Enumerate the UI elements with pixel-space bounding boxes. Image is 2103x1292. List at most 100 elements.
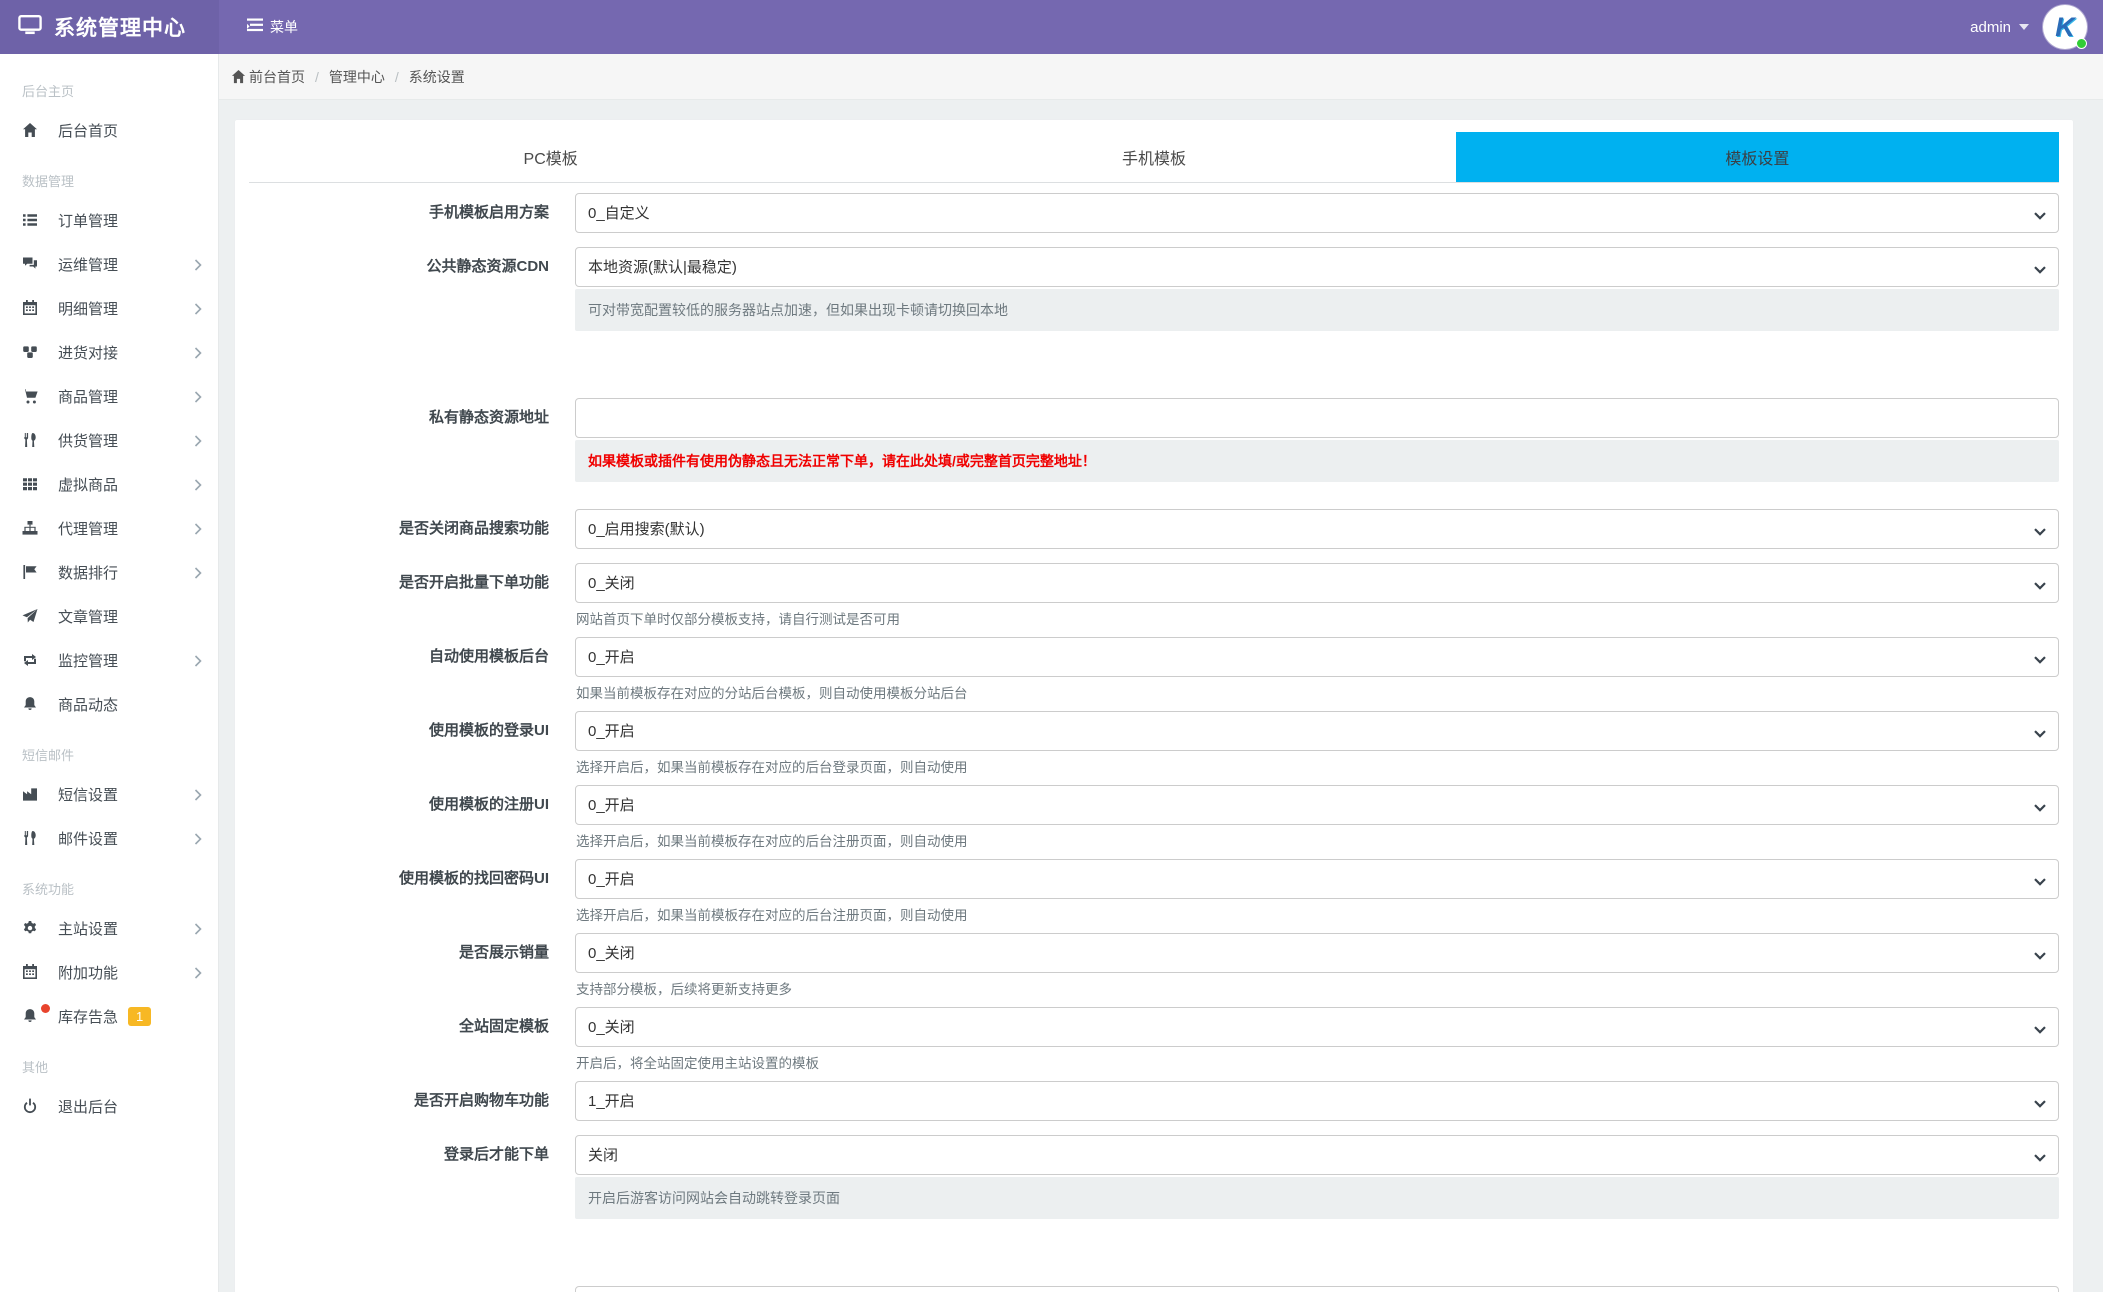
- auto-template-admin-select[interactable]: 0_开启: [575, 637, 2059, 677]
- tab-pc-template[interactable]: PC模板: [249, 132, 852, 182]
- field-help-show-sales: 支持部分模板，后续将更新支持更多: [576, 982, 792, 997]
- app-logo: 系统管理中心: [0, 0, 219, 54]
- sitemap-icon: [22, 520, 44, 536]
- cart-icon: [22, 388, 44, 404]
- grid-icon: [22, 476, 44, 492]
- gear-icon: [22, 920, 44, 936]
- breadcrumb-label: 管理中心: [328, 68, 385, 85]
- form-row-fixed-template: 全站固定模板 0_关闭 开启后，将全站固定使用主站设置的模板: [249, 1007, 2059, 1073]
- field-label-shopping-cart: 是否开启购物车功能: [413, 1092, 549, 1109]
- sidebar-item-orders[interactable]: 订单管理: [0, 198, 218, 242]
- field-control: 1_开启: [575, 1081, 2059, 1121]
- breadcrumb-item[interactable]: 管理中心: [329, 67, 385, 87]
- template-login-ui-select[interactable]: 0_开启: [575, 711, 2059, 751]
- private-static-url-input[interactable]: [575, 398, 2059, 438]
- sidebar-item-virtual[interactable]: 虚拟商品: [0, 462, 218, 506]
- form-row-private-static-url: 私有静态资源地址 如果模板或插件有使用伪静态且无法正常下单，请在此处填/或完整首页…: [249, 398, 2059, 482]
- sidebar-item-ops[interactable]: 运维管理: [0, 242, 218, 286]
- form-row-mobile-template-plan: 手机模板启用方案 0_自定义: [249, 193, 2059, 233]
- sidebar-item-dashboard[interactable]: 后台首页: [0, 108, 218, 152]
- field-control: 0_启用搜索(默认): [575, 509, 2059, 549]
- shopping-cart-select[interactable]: 1_开启: [575, 1081, 2059, 1121]
- chevron-right-icon: [194, 522, 202, 540]
- sidebar-item-monitor[interactable]: 监控管理: [0, 638, 218, 682]
- sidebar-item-site[interactable]: 主站设置: [0, 906, 218, 950]
- breadcrumb-label: 前台首页: [249, 68, 305, 85]
- cutlery-icon: [22, 432, 44, 448]
- field-help-fixed-template: 开启后，将全站固定使用主站设置的模板: [576, 1056, 819, 1071]
- sidebar-item-addons[interactable]: 附加功能: [0, 950, 218, 994]
- template-findpwd-ui-select[interactable]: 0_开启: [575, 859, 2059, 899]
- chevron-right-icon: [194, 478, 202, 496]
- sidebar-item-agents[interactable]: 代理管理: [0, 506, 218, 550]
- field-control: 0_开启选择开启后，如果当前模板存在对应的后台登录页面，则自动使用: [575, 711, 2059, 777]
- field-label-template-findpwd-ui: 使用模板的找回密码UI: [398, 870, 549, 887]
- breadcrumb-label: 系统设置: [408, 68, 465, 85]
- field-control: 0_自定义: [575, 193, 2059, 233]
- brand-logo-k: K: [2055, 11, 2075, 42]
- sidebar-item-label: 代理管理: [58, 520, 119, 538]
- form-row-partial-bottom: [249, 1286, 2059, 1292]
- sidebar-item-goods[interactable]: 商品管理: [0, 374, 218, 418]
- sidebar-item-label: 供货管理: [58, 432, 119, 450]
- sidebar-item-mail[interactable]: 邮件设置: [0, 816, 218, 860]
- sidebar-item-logout[interactable]: 退出后台: [0, 1084, 218, 1128]
- login-to-order-select[interactable]: 关闭: [575, 1135, 2059, 1175]
- field-label-public-static-cdn: 公共静态资源CDN: [426, 258, 550, 275]
- field-control: 0_开启 选择开启后，如果当前模板存在对应的后台注册页面，则自动使用: [575, 785, 2059, 851]
- field-label-login-to-order: 登录后才能下单: [443, 1146, 549, 1163]
- sidebar-item-sms[interactable]: 短信设置: [0, 772, 218, 816]
- sidebar-item-label: 订单管理: [58, 212, 119, 230]
- admin-username: admin: [1970, 18, 2011, 36]
- mobile-template-plan-select[interactable]: 0_自定义: [575, 193, 2059, 233]
- menu-toggle-label: 菜单: [270, 19, 298, 35]
- cubes-icon: [22, 344, 44, 360]
- field-help-batch-order: 网站首页下单时仅部分模板支持，请自行测试是否可用: [576, 612, 900, 627]
- avatar[interactable]: K: [2043, 5, 2087, 49]
- sidebar-item-ranking[interactable]: 数据排行: [0, 550, 218, 594]
- field-control: 0_开启 选择开启后，如果当前模板存在对应的后台注册页面，则自动使用: [575, 859, 2059, 925]
- sidebar-item-label: 虚拟商品: [58, 476, 119, 494]
- close-search-select[interactable]: 0_启用搜索(默认): [575, 509, 2059, 549]
- breadcrumb-item[interactable]: 前台首页: [231, 67, 305, 87]
- chevron-right-icon: [194, 966, 202, 984]
- fixed-template-select[interactable]: 0_关闭: [575, 1007, 2059, 1047]
- sidebar-item-label: 商品动态: [58, 696, 119, 714]
- tab-mobile-template[interactable]: 手机模板: [852, 132, 1455, 182]
- breadcrumb-item[interactable]: 系统设置: [409, 67, 465, 87]
- retweet-icon: [22, 652, 44, 668]
- menu-bars-icon: [247, 18, 263, 37]
- chevron-right-icon: [194, 258, 202, 276]
- sidebar-item-details[interactable]: 明细管理: [0, 286, 218, 330]
- field-control: 0_开启如果当前模板存在对应的分站后台模板，则自动使用模板分站后台: [575, 637, 2059, 703]
- tab-template-settings[interactable]: 模板设置: [1455, 132, 2059, 182]
- sidebar-item-label: 邮件设置: [58, 830, 119, 848]
- sidebar-item-purchase[interactable]: 进货对接: [0, 330, 218, 374]
- sidebar-item-supply[interactable]: 供货管理: [0, 418, 218, 462]
- public-static-cdn-select[interactable]: 本地资源(默认|最稳定): [575, 247, 2059, 287]
- field-help-auto-template-admin: 如果当前模板存在对应的分站后台模板，则自动使用模板分站后台: [576, 686, 968, 701]
- batch-order-select[interactable]: 0_关闭: [575, 563, 2059, 603]
- sidebar-item-stock[interactable]: 库存告急 1: [0, 994, 218, 1038]
- sidebar: 后台主页 后台首页 数据管理 订单管理 运维管理 明细管理 进货对接 商品管理 供货管理 虚拟商品…: [0, 54, 219, 1292]
- field-label-batch-order: 是否开启批量下单功能: [398, 574, 549, 591]
- field-help-template-login-ui: 选择开启后，如果当前模板存在对应的后台登录页面，则自动使用: [576, 760, 968, 775]
- admin-dropdown[interactable]: admin: [1970, 19, 2029, 36]
- chevron-right-icon: [194, 922, 202, 940]
- form-row-public-static-cdn: 公共静态资源CDN 本地资源(默认|最稳定) 可对带宽配置较低的服务器站点加速，但如…: [249, 247, 2059, 331]
- sidebar-item-articles[interactable]: 文章管理: [0, 594, 218, 638]
- sidebar-item-label: 明细管理: [58, 300, 119, 318]
- partial-bottom-select[interactable]: [575, 1286, 2059, 1292]
- form-row-batch-order: 是否开启批量下单功能 0_关闭网站首页下单时仅部分模板支持，请自行测试是否可用: [249, 563, 2059, 629]
- content-area: PC模板 手机模板 模板设置 手机模板启用方案 0_自定义公共静态资源CDN 本地资源(…: [219, 100, 2103, 1292]
- form-row-template-register-ui: 使用模板的注册UI 0_开启 选择开启后，如果当前模板存在对应的后台注册页面，则自动…: [249, 785, 2059, 851]
- show-sales-select[interactable]: 0_关闭: [575, 933, 2059, 973]
- list-icon: [22, 212, 44, 228]
- form-row-close-search: 是否关闭商品搜索功能 0_启用搜索(默认): [249, 509, 2059, 549]
- form-row-shopping-cart: 是否开启购物车功能 1_开启: [249, 1081, 2059, 1121]
- template-register-ui-select[interactable]: 0_开启: [575, 785, 2059, 825]
- field-control: 本地资源(默认|最稳定) 可对带宽配置较低的服务器站点加速，但如果出现卡顿请切换回…: [575, 247, 2059, 331]
- sidebar-item-activity[interactable]: 商品动态: [0, 682, 218, 726]
- menu-toggle-button[interactable]: 菜单: [247, 17, 298, 37]
- cutlery-icon: [22, 830, 44, 846]
